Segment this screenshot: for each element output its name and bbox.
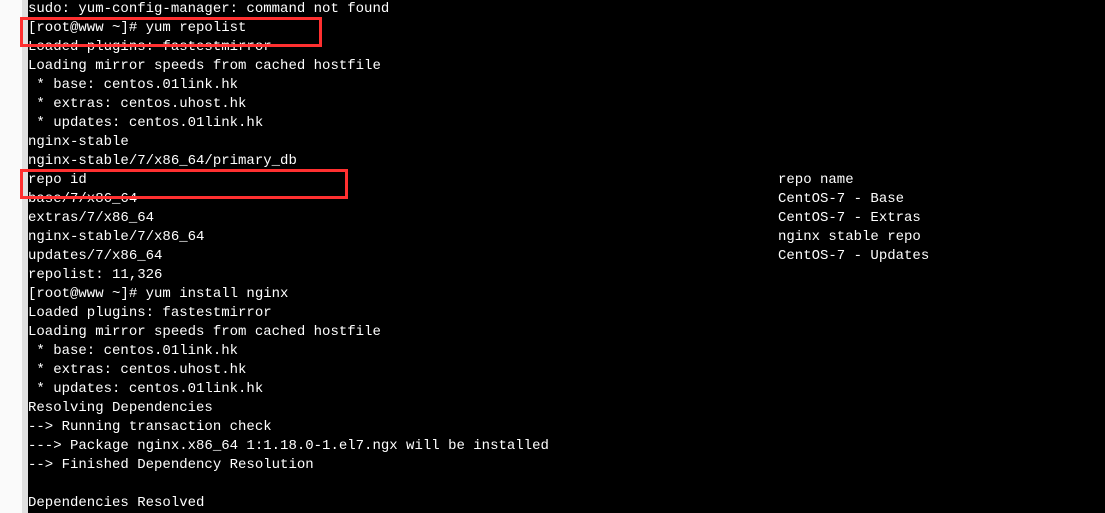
terminal-line: sudo: yum-config-manager: command not fo… xyxy=(28,0,1105,19)
repo-name: CentOS-7 - Updates xyxy=(778,247,1105,266)
terminal-line: * updates: centos.01link.hk xyxy=(28,114,1105,133)
terminal-line: repolist: 11,326 xyxy=(28,266,1105,285)
repo-id-header: repo id xyxy=(28,171,778,190)
repo-name: nginx stable repo xyxy=(778,228,1105,247)
terminal-line: --> Running transaction check xyxy=(28,418,1105,437)
repo-id: updates/7/x86_64 xyxy=(28,247,778,266)
terminal-line: * extras: centos.uhost.hk xyxy=(28,95,1105,114)
terminal-line: [root@www ~]# yum repolist xyxy=(28,19,1105,38)
terminal-line: Dependencies Resolved xyxy=(28,494,1105,513)
repo-name: CentOS-7 - Base xyxy=(778,190,1105,209)
terminal-line: * extras: centos.uhost.hk xyxy=(28,361,1105,380)
terminal-line: Loading mirror speeds from cached hostfi… xyxy=(28,323,1105,342)
terminal-line xyxy=(28,475,1105,494)
terminal-line: * base: centos.01link.hk xyxy=(28,342,1105,361)
left-gutter xyxy=(0,0,28,513)
terminal-line: Loaded plugins: fastestmirror xyxy=(28,38,1105,57)
repo-id: nginx-stable/7/x86_64 xyxy=(28,228,778,247)
terminal-line: Loaded plugins: fastestmirror xyxy=(28,304,1105,323)
repo-name-header: repo name xyxy=(778,171,1105,190)
terminal-line: nginx-stable xyxy=(28,133,1105,152)
gutter-inner xyxy=(22,0,28,513)
repo-id: extras/7/x86_64 xyxy=(28,209,778,228)
terminal-line: * updates: centos.01link.hk xyxy=(28,380,1105,399)
repo-name: CentOS-7 - Extras xyxy=(778,209,1105,228)
terminal-line: nginx-stable/7/x86_64/primary_db xyxy=(28,152,1105,171)
terminal-line: Resolving Dependencies xyxy=(28,399,1105,418)
terminal-line: --> Finished Dependency Resolution xyxy=(28,456,1105,475)
terminal-line: ---> Package nginx.x86_64 1:1.18.0-1.el7… xyxy=(28,437,1105,456)
terminal-line: [root@www ~]# yum install nginx xyxy=(28,285,1105,304)
terminal-line: * base: centos.01link.hk xyxy=(28,76,1105,95)
repo-row: base/7/x86_64 CentOS-7 - Base xyxy=(28,190,1105,209)
repo-id: base/7/x86_64 xyxy=(28,190,778,209)
repo-row: extras/7/x86_64 CentOS-7 - Extras xyxy=(28,209,1105,228)
terminal-line: Loading mirror speeds from cached hostfi… xyxy=(28,57,1105,76)
repo-header-row: repo id repo name xyxy=(28,171,1105,190)
terminal-output: sudo: yum-config-manager: command not fo… xyxy=(0,0,1105,513)
repo-row: updates/7/x86_64 CentOS-7 - Updates xyxy=(28,247,1105,266)
repo-row: nginx-stable/7/x86_64 nginx stable repo xyxy=(28,228,1105,247)
